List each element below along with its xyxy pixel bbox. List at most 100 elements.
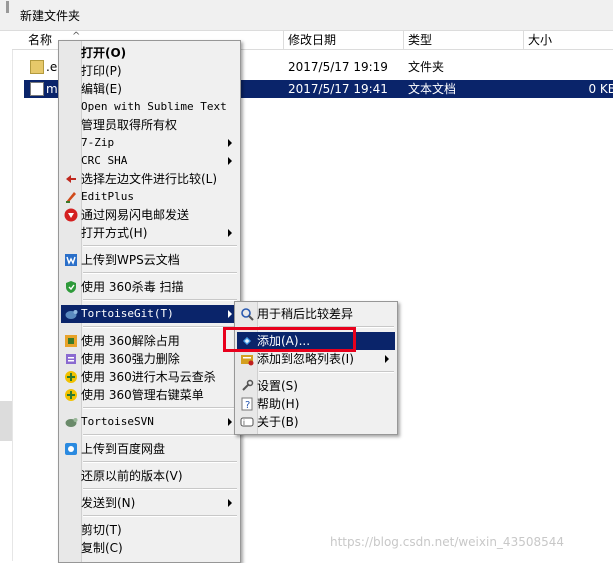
menu-item-label: 发送到(N): [81, 496, 136, 510]
submenu-arrow-icon: [385, 355, 389, 363]
menu-item-360-unlock[interactable]: 使用 360解除占用: [61, 332, 238, 350]
file-name: .e: [46, 60, 58, 74]
menu-item-tortoisesvn[interactable]: TortoiseSVN: [61, 413, 238, 431]
svg-text:?: ?: [245, 400, 250, 411]
menu-item-baidu-netdisk[interactable]: 上传到百度网盘: [61, 440, 238, 458]
submenu-arrow-icon: [228, 139, 232, 147]
netease-mail-icon: [64, 208, 78, 222]
settings-icon: [240, 379, 254, 393]
menu-separator: [83, 272, 237, 274]
menu-item-7zip[interactable]: 7-Zip: [61, 134, 238, 152]
menu-item-360-trojan-scan[interactable]: 使用 360进行木马云查杀: [61, 368, 238, 386]
navigation-pane: [0, 31, 13, 561]
menu-item-sublime[interactable]: Open with Sublime Text: [61, 98, 238, 116]
menu-separator: [83, 326, 237, 328]
menu-item-label: 使用 360解除占用: [81, 334, 180, 348]
wps-cloud-icon: [64, 253, 78, 267]
submenu-item-diff-later[interactable]: 用于稍后比较差异: [237, 305, 395, 323]
menu-item-label: 管理员取得所有权: [81, 118, 178, 132]
menu-item-edit[interactable]: 编辑(E): [61, 80, 238, 98]
menu-item-label: 选择左边文件进行比较(L): [81, 172, 218, 186]
tortoisegit-icon: [64, 307, 78, 321]
menu-item-label: EditPlus: [81, 190, 134, 203]
menu-item-label: 使用 360进行木马云查杀: [81, 370, 216, 384]
column-date[interactable]: 修改日期: [284, 31, 404, 49]
file-date: 2017/5/17 19:19: [288, 60, 388, 74]
menu-item-print[interactable]: 打印(P): [61, 62, 238, 80]
submenu-arrow-icon: [228, 310, 232, 318]
menu-item-label: 上传到WPS云文档: [81, 253, 180, 267]
menu-item-crc-sha[interactable]: CRC SHA: [61, 152, 238, 170]
menu-item-360-menu-manager[interactable]: 使用 360管理右键菜单: [61, 386, 238, 404]
column-type-label: 类型: [408, 33, 433, 47]
toolbar: 新建文件夹: [0, 0, 613, 31]
watermark: https://blog.csdn.net/weixin_43508544: [330, 535, 565, 549]
menu-item-label: 通过网易闪电邮发送: [81, 208, 190, 222]
submenu-item-help[interactable]: ? 帮助(H): [237, 395, 395, 413]
menu-item-label: 帮助(H): [257, 397, 300, 411]
baidu-netdisk-icon: [64, 442, 78, 456]
submenu-arrow-icon: [228, 229, 232, 237]
menu-item-label: 用于稍后比较差异: [257, 307, 354, 321]
submenu-arrow-icon: [228, 499, 232, 507]
menu-item-360-shred[interactable]: 使用 360强力删除: [61, 350, 238, 368]
menu-item-wps-cloud[interactable]: 上传到WPS云文档: [61, 251, 238, 269]
menu-separator: [83, 434, 237, 436]
menu-separator: [83, 515, 237, 517]
menu-item-open-with[interactable]: 打开方式(H): [61, 224, 238, 242]
menu-item-label: 使用 360管理右键菜单: [81, 388, 204, 402]
menu-item-label: 7-Zip: [81, 136, 115, 149]
column-type[interactable]: 类型: [404, 31, 524, 49]
folder-icon: [30, 60, 44, 74]
submenu-item-about[interactable]: i 关于(B): [237, 413, 395, 431]
menu-item-label: 打开(O): [81, 46, 127, 60]
menu-item-label: 打印(P): [81, 64, 122, 78]
menu-item-take-ownership[interactable]: 管理员取得所有权: [61, 116, 238, 134]
menu-item-label: 编辑(E): [81, 82, 122, 96]
menu-item-label: Open with Sublime Text: [81, 100, 227, 113]
360-unlock-icon: [64, 334, 78, 348]
360-menu-manager-icon: [64, 388, 78, 402]
menu-item-label: 剪切(T): [81, 523, 122, 537]
menu-item-netease-mail[interactable]: 通过网易闪电邮发送: [61, 206, 238, 224]
diff-later-icon: [240, 307, 254, 321]
menu-item-tortoisegit[interactable]: TortoiseGit(T): [61, 305, 238, 323]
menu-separator: [259, 371, 394, 373]
compare-icon: [64, 172, 78, 186]
menu-item-label: 添加到忽略列表(I): [257, 352, 354, 366]
menu-item-compare-left[interactable]: 选择左边文件进行比较(L): [61, 170, 238, 188]
text-file-icon: [30, 82, 44, 96]
navigation-pane-scrollbar[interactable]: [0, 401, 12, 441]
context-menu: 打开(O) 打印(P) 编辑(E) Open with Sublime Text…: [58, 40, 241, 563]
column-size-label: 大小: [528, 33, 553, 47]
menu-item-copy[interactable]: 复制(C): [61, 539, 238, 557]
submenu-item-settings[interactable]: 设置(S): [237, 377, 395, 395]
about-icon: i: [240, 415, 254, 429]
menu-item-label: 关于(B): [257, 415, 299, 429]
menu-item-editplus[interactable]: EditPlus: [61, 188, 238, 206]
submenu-arrow-icon: [228, 418, 232, 426]
menu-item-label: 上传到百度网盘: [81, 442, 166, 456]
menu-separator: [83, 461, 237, 463]
menu-separator: [83, 488, 237, 490]
column-size[interactable]: 大小: [524, 31, 613, 49]
menu-item-open[interactable]: 打开(O): [61, 44, 238, 62]
new-folder-button[interactable]: 新建文件夹: [5, 1, 80, 24]
menu-item-label: 还原以前的版本(V): [81, 469, 183, 483]
tortoisesvn-icon: [64, 415, 78, 429]
svg-text:i: i: [243, 419, 245, 427]
submenu-arrow-icon: [228, 157, 232, 165]
menu-item-label: CRC SHA: [81, 154, 128, 167]
menu-item-label: 复制(C): [81, 541, 123, 555]
menu-item-restore-versions[interactable]: 还原以前的版本(V): [61, 467, 238, 485]
menu-item-cut[interactable]: 剪切(T): [61, 521, 238, 539]
submenu-item-ignore-list[interactable]: 添加到忽略列表(I): [237, 350, 395, 368]
menu-separator: [83, 299, 237, 301]
tortoisegit-submenu: 用于稍后比较差异 添加(A)... 添加到忽略列表(I) 设置(S) ? 帮助(…: [234, 301, 398, 435]
editplus-icon: [64, 190, 78, 204]
column-date-label: 修改日期: [288, 33, 337, 47]
menu-item-360-antivirus[interactable]: 使用 360杀毒 扫描: [61, 278, 238, 296]
menu-item-send-to[interactable]: 发送到(N): [61, 494, 238, 512]
360-trojan-scan-icon: [64, 370, 78, 384]
menu-item-label: 使用 360强力删除: [81, 352, 180, 366]
